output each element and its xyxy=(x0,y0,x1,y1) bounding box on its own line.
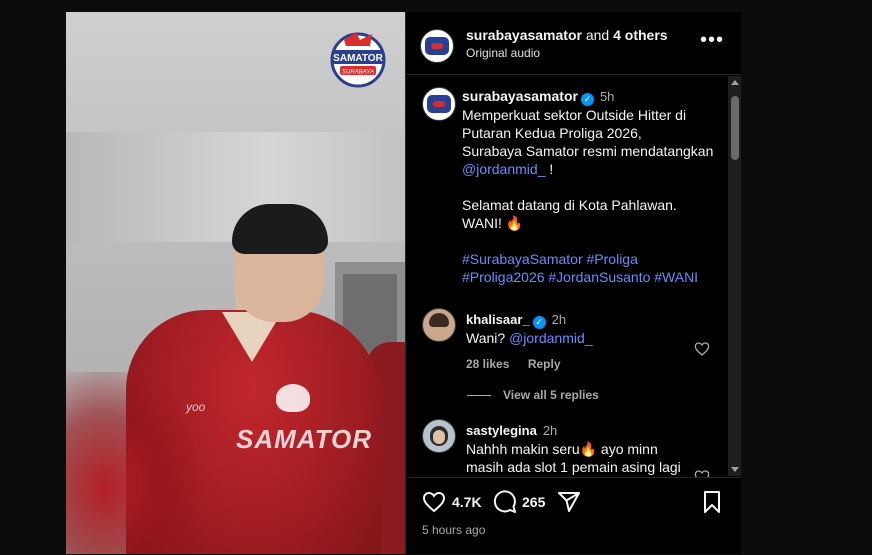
caption-line: Selamat datang di Kota Pahlawan. xyxy=(462,197,677,213)
comment-text: Nahhh makin seru🔥 ayo minn masih ada slo… xyxy=(466,440,696,476)
comment-username[interactable]: sastylegina xyxy=(466,423,537,438)
view-replies-button[interactable]: View all 5 replies xyxy=(467,388,599,402)
verified-icon: ✓ xyxy=(580,93,594,106)
caption-spacer xyxy=(462,232,722,250)
header-username[interactable]: surabayasamator xyxy=(466,27,582,43)
comment-time[interactable]: 2h xyxy=(552,312,566,327)
caption-line: @jordanmid_ ! xyxy=(462,160,722,178)
scrollbar-thumb[interactable] xyxy=(731,96,739,160)
foreground-blur xyxy=(66,372,196,554)
comment-text-prefix: Wani? xyxy=(466,330,510,346)
team-avatar-icon xyxy=(425,37,449,55)
comment-line: Nahhh makin seru🔥 ayo minn xyxy=(466,441,658,457)
comment-text: Wani? @jordanmid_ xyxy=(466,329,593,347)
comment-header: khalisaar_ ✓ 2h xyxy=(466,311,566,329)
avatar-photo xyxy=(429,313,449,327)
team-logo-text: SAMATOR xyxy=(333,53,383,64)
header-audio[interactable]: Original audio xyxy=(466,46,540,60)
view-replies-line xyxy=(467,395,491,397)
caption-hashtags[interactable]: #SurabayaSamator #Proliga xyxy=(462,250,722,268)
comment-bubble-icon[interactable] xyxy=(493,490,517,514)
comments-scroll-area[interactable]: surabayasamator ✓ 5h Memperkuat sektor Out… xyxy=(406,75,741,477)
caption-spacer xyxy=(462,178,722,196)
header-others[interactable]: 4 others xyxy=(613,27,667,43)
caption-avatar[interactable] xyxy=(422,87,456,121)
verified-icon: ✓ xyxy=(532,316,546,329)
header-and: and xyxy=(581,27,614,43)
header-authors: surabayasamator and 4 others xyxy=(466,27,668,43)
team-avatar-icon xyxy=(427,95,451,113)
comment-likes[interactable]: 28 likes xyxy=(466,357,509,371)
likes-count[interactable]: 4.7K xyxy=(452,494,482,510)
comment-avatar[interactable] xyxy=(422,308,456,342)
caption-mention[interactable]: @jordanmid_ xyxy=(462,161,545,177)
scroll-down-arrow-icon[interactable] xyxy=(731,467,739,472)
action-bar: 4.7K 265 5 hours ago xyxy=(406,477,741,555)
header-avatar[interactable] xyxy=(420,29,454,63)
post-header: surabayasamator and 4 others Original au… xyxy=(406,12,741,75)
caption-username[interactable]: surabayasamator xyxy=(462,88,578,104)
more-options-icon[interactable]: ••• xyxy=(700,30,724,50)
jersey-logo xyxy=(276,384,310,412)
avatar-face xyxy=(433,430,445,444)
caption-line-end: ! xyxy=(545,161,554,177)
caption-text: Memperkuat sektor Outside Hitter di Puta… xyxy=(462,106,722,286)
comment-username[interactable]: khalisaar_ xyxy=(466,312,530,327)
view-replies-label: View all 5 replies xyxy=(503,388,599,402)
like-heart-icon[interactable] xyxy=(422,490,446,514)
comment-time[interactable]: 2h xyxy=(543,423,557,438)
comment-like-heart-icon[interactable] xyxy=(694,341,710,357)
share-paper-plane-icon[interactable] xyxy=(557,490,581,514)
comment-mention[interactable]: @jordanmid_ xyxy=(509,330,592,346)
post-panel: surabayasamator and 4 others Original au… xyxy=(405,12,741,554)
team-logo-subtext: SURABAYA xyxy=(342,70,374,76)
scrollbar[interactable] xyxy=(728,76,741,476)
comments-count[interactable]: 265 xyxy=(522,494,545,510)
caption-hashtags[interactable]: #Proliga2026 #JordanSusanto #WANI xyxy=(462,268,722,286)
comment-avatar[interactable] xyxy=(422,419,456,453)
comment-like-heart-icon[interactable] xyxy=(694,469,710,477)
caption-line: Surabaya Samator resmi mendatangkan xyxy=(462,142,722,160)
caption-time[interactable]: 5h xyxy=(600,89,614,104)
comment-meta: 28 likes Reply xyxy=(466,355,561,373)
post-timestamp[interactable]: 5 hours ago xyxy=(422,523,485,537)
post-media[interactable]: yoo SAMATOR SAMATOR SURABAYA xyxy=(66,12,405,554)
save-bookmark-icon[interactable] xyxy=(700,490,724,514)
caption-header: surabayasamator ✓ 5h xyxy=(462,88,614,106)
caption-line: Memperkuat sektor Outside Hitter di Puta… xyxy=(462,107,687,141)
scroll-up-arrow-icon[interactable] xyxy=(731,80,739,85)
caption-line: WANI! 🔥 xyxy=(462,215,524,231)
comment-header: sastylegina 2h xyxy=(466,422,557,440)
comment-reply[interactable]: Reply xyxy=(528,357,561,371)
caption-line-text: Surabaya Samator resmi mendatangkan xyxy=(462,143,714,159)
comment-line: masih ada slot 1 pemain asing lagi xyxy=(466,459,681,475)
jersey-brand: yoo xyxy=(186,400,206,414)
team-logo: SAMATOR SURABAYA xyxy=(330,32,386,88)
jersey-text: SAMATOR xyxy=(236,424,373,454)
player-hair xyxy=(232,204,328,254)
